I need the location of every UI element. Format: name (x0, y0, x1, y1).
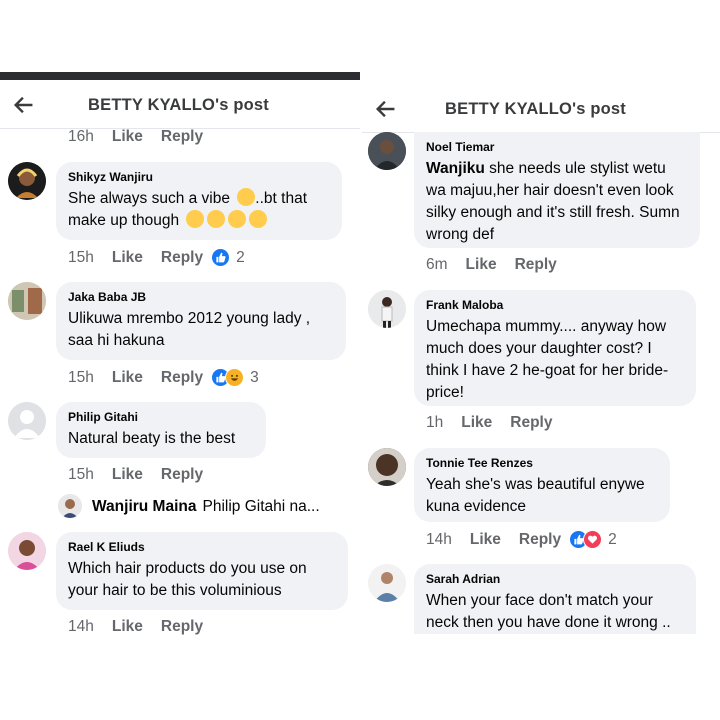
avatar[interactable] (8, 402, 46, 440)
commenter-name[interactable]: Jaka Baba JB (68, 290, 334, 304)
reaction-count: 3 (250, 368, 259, 386)
commenter-name[interactable]: Philip Gitahi (68, 410, 254, 424)
right-screenshot: BETTY KYALLO's post Noel Tiemar Wanjiku … (362, 0, 720, 720)
comment-text: Yeah she's was beautiful enywe kuna evid… (426, 476, 645, 515)
like-button[interactable]: Like (112, 466, 143, 484)
timestamp: 15h (68, 248, 94, 266)
reply-author: Wanjiru Maina (92, 498, 197, 515)
avatar[interactable] (8, 162, 46, 200)
commenter-name[interactable]: Noel Tiemar (426, 140, 688, 154)
comment-text: Ulikuwa mrembo 2012 young lady , saa hi … (68, 310, 311, 349)
flushed-emoji-icon (228, 210, 247, 228)
comment-bubble: Philip Gitahi Natural beaty is the best (56, 402, 266, 458)
reaction-count: 2 (608, 530, 617, 548)
comment-bubble: Sarah Adrian When your face don't match … (414, 564, 696, 634)
reaction-summary[interactable]: 2 (211, 248, 245, 267)
commenter-name[interactable]: Shikyz Wanjiru (68, 170, 330, 184)
reply-button[interactable]: Reply (161, 249, 203, 267)
comment-bubble: Jaka Baba JB Ulikuwa mrembo 2012 young l… (56, 282, 346, 360)
back-arrow-icon[interactable] (374, 98, 396, 120)
comment-actions: 1h Like Reply (426, 414, 570, 432)
like-button[interactable]: Like (461, 414, 492, 432)
comment-actions: 16h Like Reply (68, 128, 221, 146)
like-button[interactable]: Like (112, 618, 143, 636)
comment-actions: 14h Like Reply 2 (426, 530, 617, 549)
reaction-summary[interactable]: 3 (211, 368, 259, 387)
comment-bubble: Rael K Eliuds Which hair products do you… (56, 532, 348, 610)
smiling-emoji-icon (237, 188, 256, 206)
timestamp: 14h (68, 618, 94, 635)
comment-text: She always such a vibe ..bt that make up… (68, 188, 307, 229)
eye-roll-emoji-icon (207, 210, 226, 228)
reply-button[interactable]: Reply (161, 128, 203, 146)
reaction-summary[interactable]: 2 (569, 530, 617, 549)
status-bar (0, 72, 360, 80)
worried-emoji-icon (249, 210, 268, 228)
post-header: BETTY KYALLO's post (362, 86, 720, 133)
comment-actions: 15h Like Reply 2 (68, 248, 245, 267)
like-button[interactable]: Like (112, 369, 143, 387)
comment-bubble: Tonnie Tee Renzes Yeah she's was beautif… (414, 448, 670, 522)
avatar[interactable] (8, 282, 46, 320)
timestamp: 15h (68, 466, 94, 483)
comment-bubble: Shikyz Wanjiru She always such a vibe ..… (56, 162, 342, 240)
commenter-name[interactable]: Frank Maloba (426, 298, 684, 312)
reply-button[interactable]: Reply (510, 414, 552, 432)
like-button[interactable]: Like (466, 256, 497, 274)
haha-reaction-icon (225, 368, 245, 387)
page-title: BETTY KYALLO's post (88, 95, 269, 114)
reply-button[interactable]: Reply (161, 369, 203, 387)
comment-text: When your face don't match your neck the… (426, 592, 671, 631)
commenter-name[interactable]: Tonnie Tee Renzes (426, 456, 658, 470)
avatar[interactable] (8, 532, 46, 570)
mention-link[interactable]: Wanjiku (426, 160, 485, 177)
like-reaction-icon (211, 248, 231, 267)
like-button[interactable]: Like (470, 531, 501, 549)
reply-button[interactable]: Reply (515, 256, 557, 274)
reply-preview[interactable]: Wanjiru Maina Philip Gitahi na... (92, 498, 320, 516)
comment-actions: 15h Like Reply 3 (68, 368, 259, 387)
comment-bubble: Noel Tiemar Wanjiku she needs ule stylis… (414, 132, 700, 248)
back-arrow-icon[interactable] (12, 94, 34, 116)
comment-text: Wanjiku she needs ule stylist wetu wa ma… (426, 160, 680, 243)
comment-actions: 6m Like Reply (426, 256, 575, 274)
avatar[interactable] (368, 564, 406, 602)
timestamp: 14h (426, 530, 452, 548)
page-title: BETTY KYALLO's post (445, 99, 626, 118)
love-reaction-icon (583, 530, 603, 549)
timestamp: 15h (68, 368, 94, 386)
avatar[interactable] (58, 494, 82, 518)
avatar[interactable] (368, 290, 406, 328)
avatar[interactable] (368, 448, 406, 486)
timestamp: 16h (68, 128, 94, 145)
commenter-name[interactable]: Rael K Eliuds (68, 540, 336, 554)
left-screenshot: BETTY KYALLO's post 16h Like Reply Shiky… (0, 0, 360, 720)
like-button[interactable]: Like (112, 249, 143, 267)
like-button[interactable]: Like (112, 128, 143, 146)
post-header: BETTY KYALLO's post (0, 82, 360, 129)
comment-actions: 15h Like Reply (68, 466, 221, 484)
comment-bubble: Frank Maloba Umechapa mummy.... anyway h… (414, 290, 696, 406)
comment-actions: 14h Like Reply (68, 618, 221, 636)
timestamp: 6m (426, 256, 448, 273)
reply-button[interactable]: Reply (161, 466, 203, 484)
timestamp: 1h (426, 414, 444, 431)
commenter-name[interactable]: Sarah Adrian (426, 572, 684, 586)
reply-button[interactable]: Reply (519, 531, 561, 549)
eye-roll-emoji-icon (186, 210, 205, 228)
reply-text: Philip Gitahi na... (202, 498, 320, 515)
comment-text: Umechapa mummy.... anyway how much does … (426, 318, 669, 401)
comment-text: Natural beaty is the best (68, 430, 236, 447)
reply-button[interactable]: Reply (161, 618, 203, 636)
comment-text: Which hair products do you use on your h… (68, 560, 307, 599)
avatar[interactable] (368, 132, 406, 170)
reaction-count: 2 (236, 248, 245, 266)
